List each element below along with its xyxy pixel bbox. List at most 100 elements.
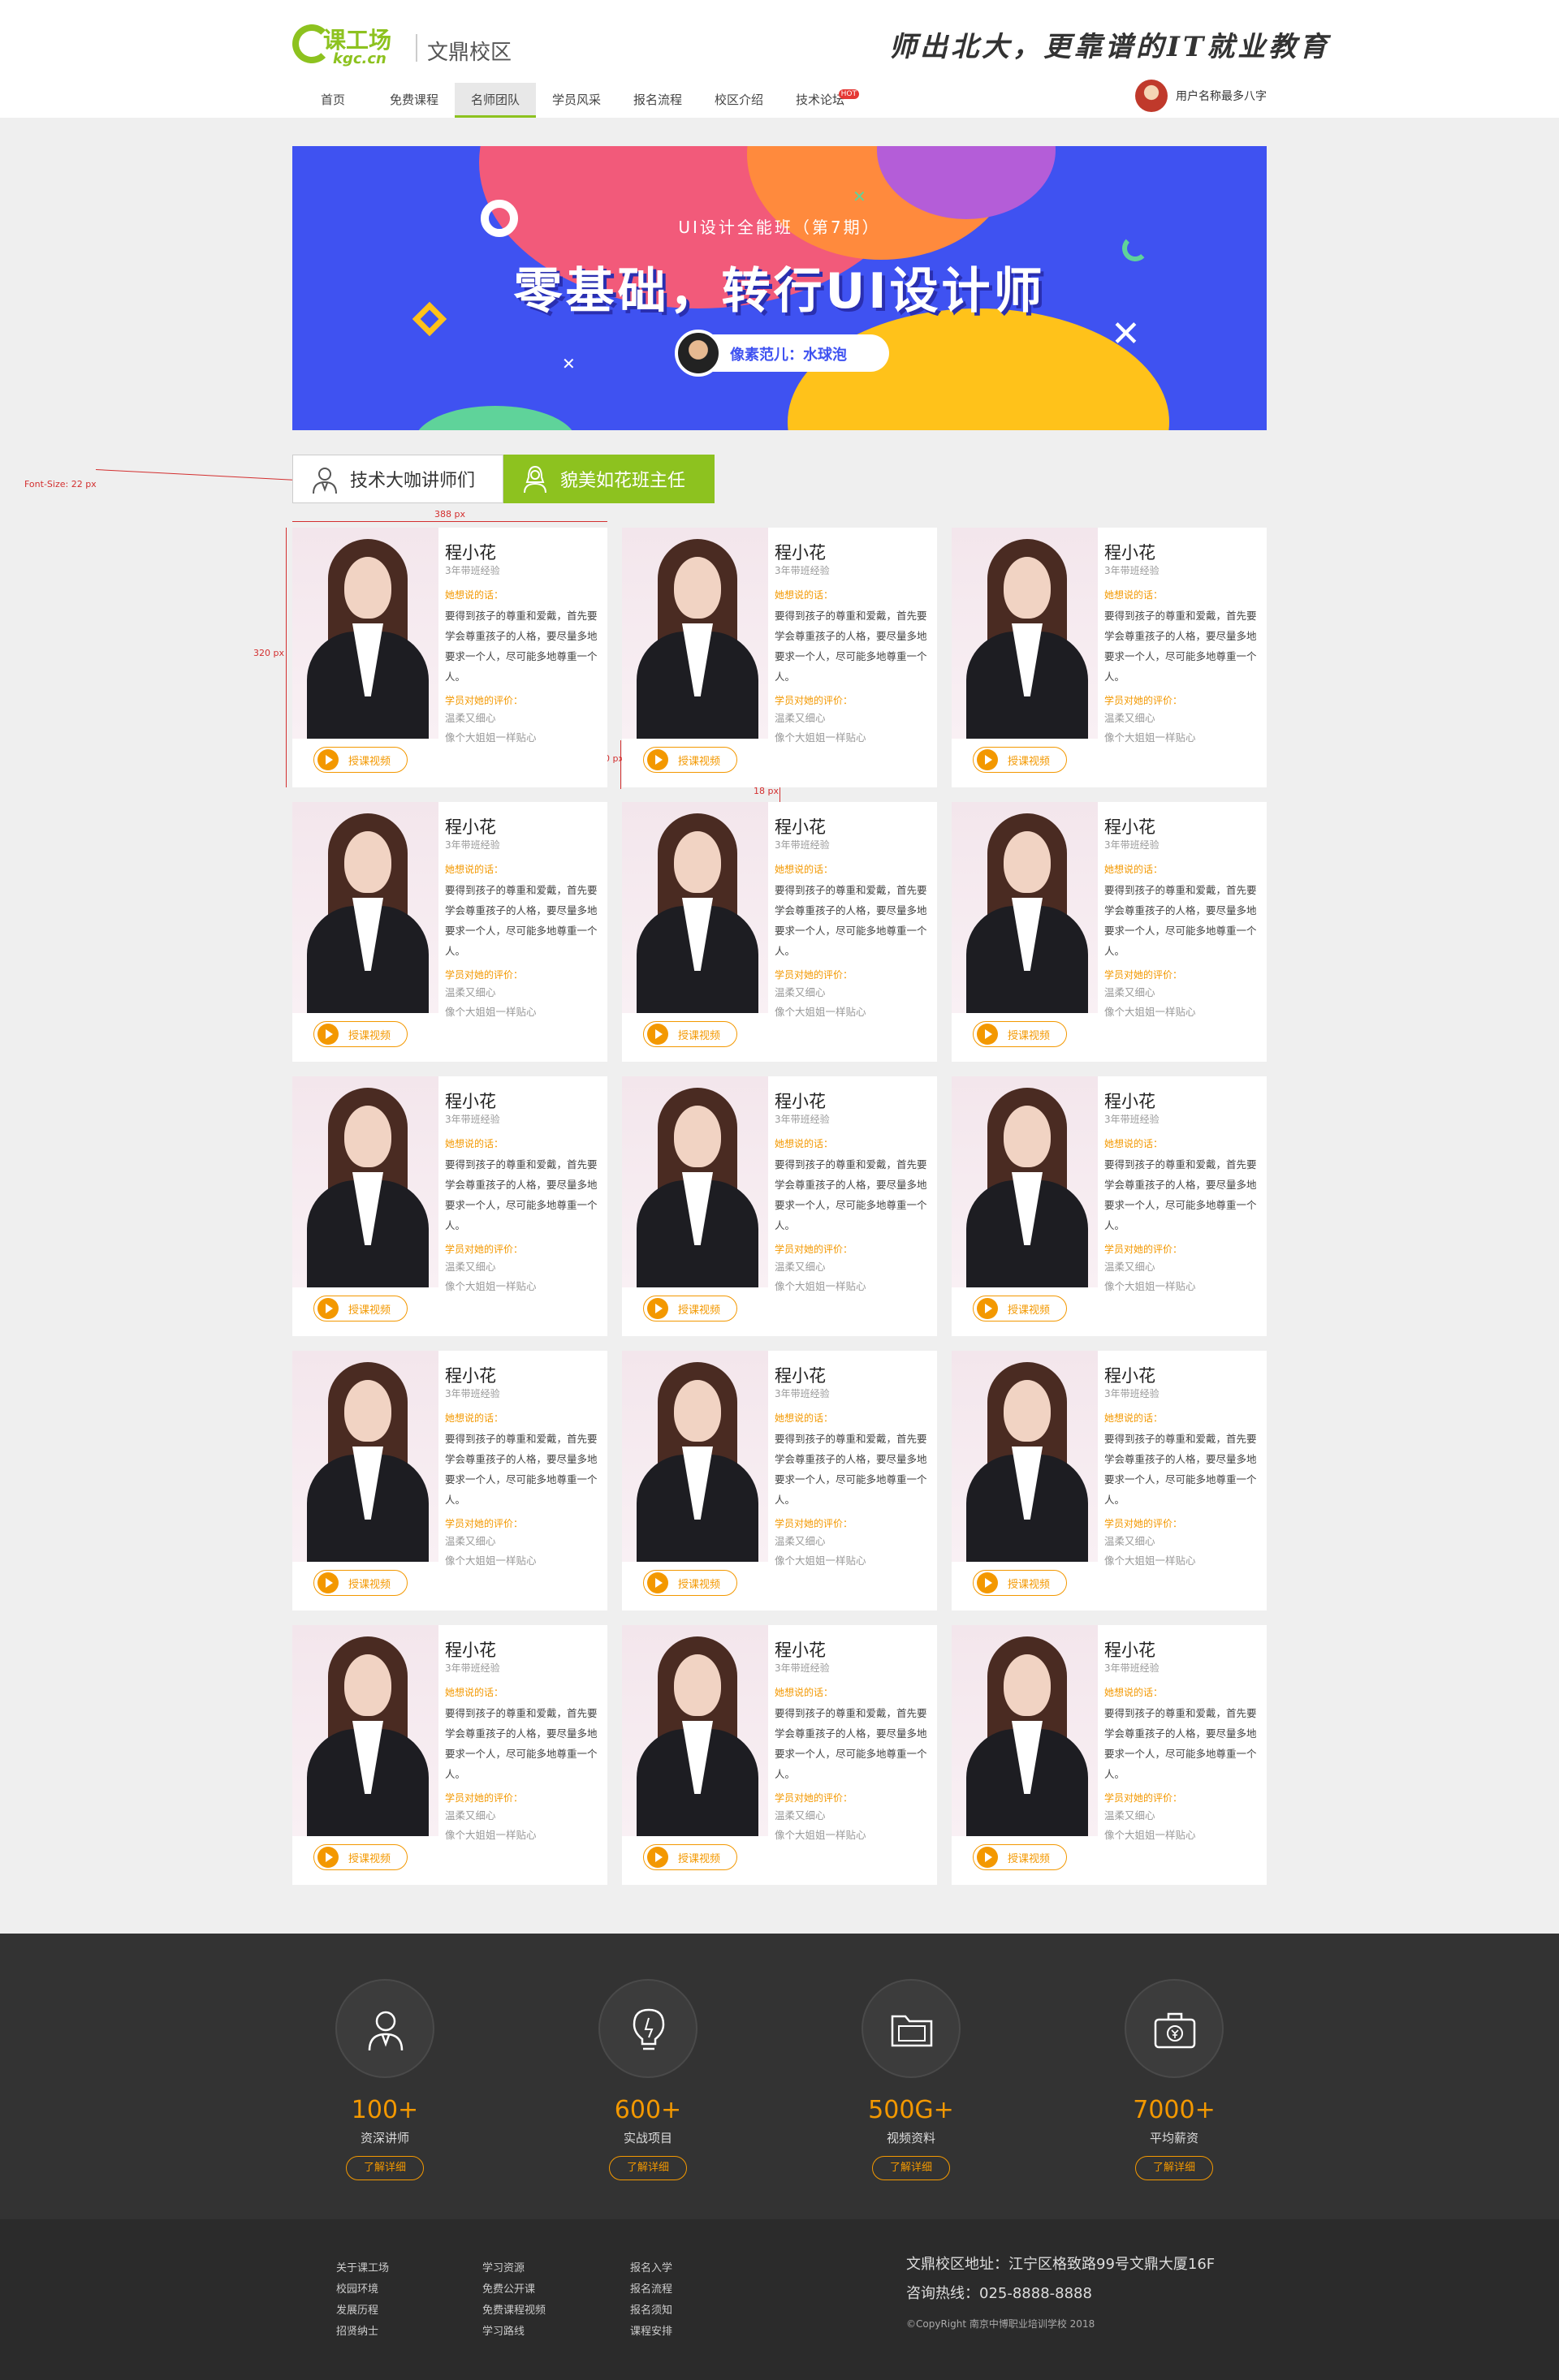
teacher-name: 程小花 [1104,1092,1155,1111]
avatar[interactable] [1135,80,1168,112]
teacher-card[interactable]: 程小花 3年带班经验 她想说的话： 要得到孩子的尊重和爱戴，首先要学会尊重孩子的… [952,1351,1267,1610]
nav-home[interactable]: 首页 [292,83,374,118]
teacher-card[interactable]: 程小花 3年带班经验 她想说的话： 要得到孩子的尊重和爱戴，首先要学会尊重孩子的… [622,1351,937,1610]
evaluation-2: 像个大姐姐一样贴心 [775,1554,866,1567]
footer-column-about: 关于课工场 校园环境 发展历程 招贤纳士 [336,2258,466,2343]
details-button[interactable]: 了解详细 [1135,2156,1213,2180]
tab-head-teachers[interactable]: 貌美如花班主任 [503,455,715,503]
user-menu[interactable]: 用户名称最多八字 [1135,80,1267,112]
teacher-experience: 3年带班经验 [1104,839,1160,851]
video-button[interactable]: 授课视频 [313,1296,408,1322]
teacher-card[interactable]: 程小花 3年带班经验 她想说的话： 要得到孩子的尊重和爱戴，首先要学会尊重孩子的… [292,1076,607,1336]
evaluation-2: 像个大姐姐一样贴心 [445,1554,537,1567]
nav-campus[interactable]: 校区介绍 [698,83,780,118]
stat-projects: 600+ 实战项目 了解详细 [567,1979,729,2180]
footer-link[interactable]: 发展历程 [336,2300,466,2322]
logo-domain: kgc.cn [333,50,387,67]
footer-link[interactable]: 免费课程视频 [482,2300,612,2322]
teacher-photo [952,1076,1098,1287]
video-button[interactable]: 授课视频 [643,1021,737,1047]
teacher-grid: 程小花 3年带班经验 她想说的话： 要得到孩子的尊重和爱戴，首先要学会尊重孩子的… [292,528,1267,1885]
teacher-name: 程小花 [1104,1641,1155,1660]
teacher-card[interactable]: 程小花 3年带班经验 她想说的话： 要得到孩子的尊重和爱戴，首先要学会尊重孩子的… [622,802,937,1062]
video-button-label: 授课视频 [348,755,391,768]
teacher-card[interactable]: 程小花 3年带班经验 她想说的话： 要得到孩子的尊重和爱戴，首先要学会尊重孩子的… [292,528,607,787]
video-button[interactable]: 授课视频 [643,1570,737,1596]
video-button[interactable]: 授课视频 [973,1844,1067,1870]
quote-label: 她想说的话： [1104,1138,1164,1149]
footer-link[interactable]: 报名须知 [630,2300,760,2322]
video-button[interactable]: 授课视频 [643,1844,737,1870]
teacher-card[interactable]: 程小花 3年带班经验 她想说的话： 要得到孩子的尊重和爱戴，首先要学会尊重孩子的… [292,802,607,1062]
evaluation-1: 温柔又细心 [445,1261,496,1273]
teacher-photo [292,1351,438,1562]
contact-info: 文鼎校区地址：江宁区格致路99号文鼎大厦16F 咨询热线：025-8888-88… [906,2250,1215,2309]
footer-link[interactable]: 关于课工场 [336,2258,466,2279]
video-button[interactable]: 授课视频 [313,1021,408,1047]
video-button[interactable]: 授课视频 [973,1021,1067,1047]
nav-students[interactable]: 学员风采 [536,83,617,118]
teacher-card[interactable]: 程小花 3年带班经验 她想说的话： 要得到孩子的尊重和爱戴，首先要学会尊重孩子的… [292,1625,607,1885]
evaluation-2: 像个大姐姐一样贴心 [445,731,537,744]
footer-link[interactable]: 招贤纳士 [336,2322,466,2343]
details-button[interactable]: 了解详细 [872,2156,950,2180]
video-button[interactable]: 授课视频 [313,1844,408,1870]
nav-forum[interactable]: 技术论坛 HOT [780,83,861,118]
teacher-name: 程小花 [775,1366,826,1386]
teacher-card[interactable]: 程小花 3年带班经验 她想说的话： 要得到孩子的尊重和爱戴，首先要学会尊重孩子的… [952,802,1267,1062]
teacher-icon [368,2011,404,2051]
teacher-card[interactable]: 程小花 3年带班经验 她想说的话： 要得到孩子的尊重和爱戴，首先要学会尊重孩子的… [952,528,1267,787]
details-button[interactable]: 了解详细 [609,2156,687,2180]
evaluation-1: 温柔又细心 [445,712,496,724]
evaluation-label: 学员对她的评价： [1104,1792,1183,1804]
tab-label: 貌美如花班主任 [560,471,686,491]
footer-link[interactable]: 免费公开课 [482,2279,612,2300]
video-button[interactable]: 授课视频 [643,747,737,773]
video-button[interactable]: 授课视频 [973,747,1067,773]
video-button[interactable]: 授课视频 [973,1570,1067,1596]
teacher-experience: 3年带班经验 [1104,1388,1160,1399]
footer-link[interactable]: 课程安排 [630,2322,760,2343]
quote-label: 她想说的话： [1104,589,1164,601]
evaluation-1: 温柔又细心 [1104,986,1155,998]
video-button[interactable]: 授课视频 [313,1570,408,1596]
video-button[interactable]: 授课视频 [973,1296,1067,1322]
tab-label: 技术大咖讲师们 [350,471,476,491]
evaluation-label: 学员对她的评价： [445,1792,524,1804]
tab-lecturers[interactable]: 技术大咖讲师们 [292,455,503,503]
teacher-card[interactable]: 程小花 3年带班经验 她想说的话： 要得到孩子的尊重和爱戴，首先要学会尊重孩子的… [622,1076,937,1336]
teacher-experience: 3年带班经验 [445,839,500,851]
teacher-card[interactable]: 程小花 3年带班经验 她想说的话： 要得到孩子的尊重和爱戴，首先要学会尊重孩子的… [952,1625,1267,1885]
video-button[interactable]: 授课视频 [313,747,408,773]
nav-teachers[interactable]: 名师团队 [455,83,536,118]
footer-link[interactable]: 报名流程 [630,2279,760,2300]
teacher-card[interactable]: 程小花 3年带班经验 她想说的话： 要得到孩子的尊重和爱戴，首先要学会尊重孩子的… [952,1076,1267,1336]
footer-link[interactable]: 校园环境 [336,2279,466,2300]
play-icon [647,1572,668,1593]
evaluation-1: 温柔又细心 [775,986,826,998]
teacher-photo [622,528,768,739]
nav-enroll[interactable]: 报名流程 [617,83,698,118]
video-button-label: 授课视频 [1008,755,1051,768]
footer-column-resources: 学习资源 免费公开课 免费课程视频 学习路线 [482,2258,612,2343]
teacher-card[interactable]: 程小花 3年带班经验 她想说的话： 要得到孩子的尊重和爱戴，首先要学会尊重孩子的… [622,1625,937,1885]
footer-link[interactable]: 报名入学 [630,2258,760,2279]
details-button[interactable]: 了解详细 [346,2156,424,2180]
site-header: 课工场 kgc.cn 文鼎校区 师出北大，更靠谱的IT就业教育 首页 免费课程 … [0,0,1559,118]
teacher-card[interactable]: 程小花 3年带班经验 她想说的话： 要得到孩子的尊重和爱戴，首先要学会尊重孩子的… [622,528,937,787]
teacher-card[interactable]: 程小花 3年带班经验 她想说的话： 要得到孩子的尊重和爱戴，首先要学会尊重孩子的… [292,1351,607,1610]
quote-label: 她想说的话： [775,864,834,875]
evaluation-label: 学员对她的评价： [445,1518,524,1529]
video-button-label: 授课视频 [348,1852,391,1865]
video-button-label: 授课视频 [1008,1029,1051,1042]
hero-banner[interactable]: ✕ ✕ ✕ UI设计全能班（第7期） 零基础，转行UI设计师 像素范儿：水球泡 [292,146,1267,430]
kgc-logo[interactable]: 课工场 kgc.cn [292,18,406,68]
footer-link[interactable]: 学习资源 [482,2258,612,2279]
video-button[interactable]: 授课视频 [643,1296,737,1322]
campus-address: 文鼎校区地址：江宁区格致路99号文鼎大厦16F [906,2256,1216,2273]
nav-free-courses[interactable]: 免费课程 [374,83,455,118]
teacher-quote: 要得到孩子的尊重和爱戴，首先要学会尊重孩子的人格，要尽量多地要求一个人，尽可能多… [1104,884,1257,957]
user-name: 用户名称最多八字 [1176,90,1267,103]
play-icon [317,1847,339,1868]
footer-link[interactable]: 学习路线 [482,2322,612,2343]
